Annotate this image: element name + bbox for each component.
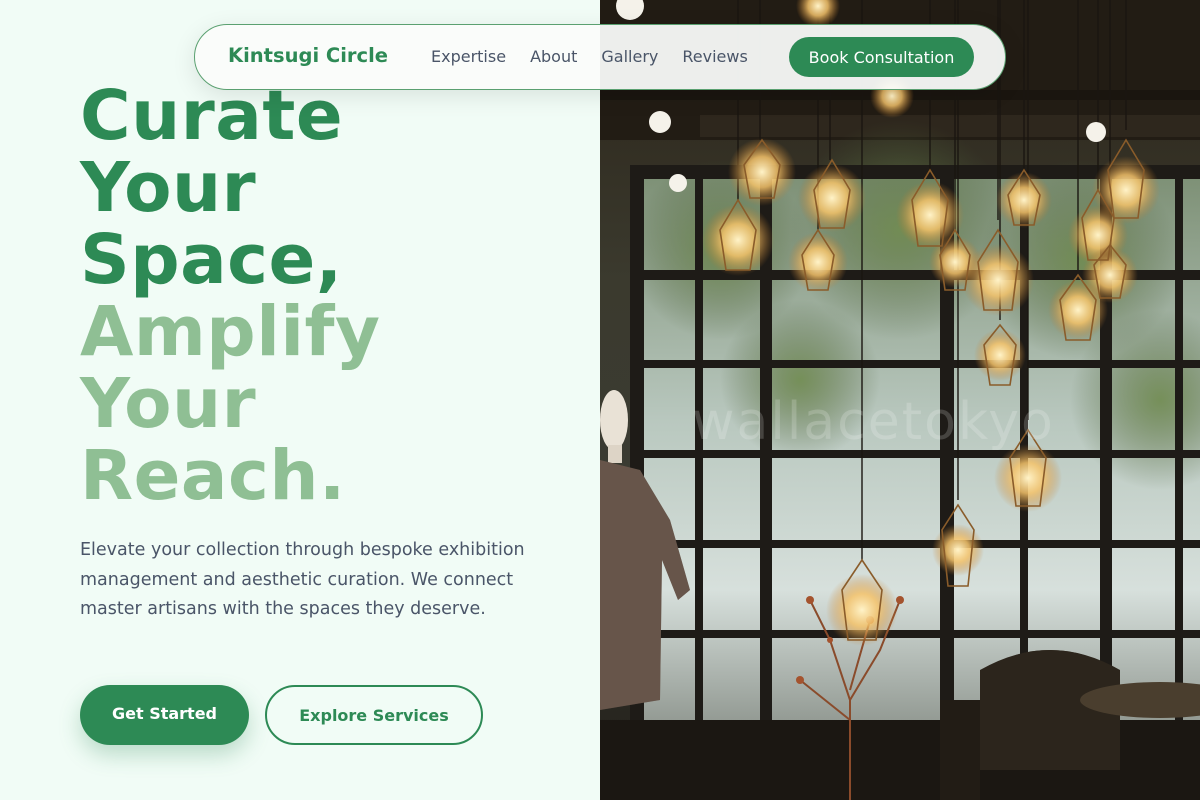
hero-photo: wallacetokyo	[600, 0, 1200, 800]
hero-section: Curate Your Space, Amplify Your Reach. E…	[0, 0, 600, 800]
nav-link-reviews[interactable]: Reviews	[682, 47, 747, 66]
top-navigation: Kintsugi Circle Expertise About Gallery …	[194, 24, 1006, 90]
headline-line-accent: Amplify	[80, 292, 381, 372]
hero-description: Elevate your collection through bespoke …	[80, 540, 525, 619]
headline-line: Curate	[80, 76, 344, 156]
nav-link-expertise[interactable]: Expertise	[431, 47, 506, 66]
landing-page: Curate Your Space, Amplify Your Reach. E…	[0, 0, 1200, 800]
photo-watermark: wallacetokyo	[692, 392, 1055, 452]
headline-line: Your	[80, 148, 257, 228]
book-consultation-button[interactable]: Book Consultation	[789, 37, 974, 77]
headline-line-accent: Your	[80, 364, 257, 444]
nav-link-gallery[interactable]: Gallery	[601, 47, 658, 66]
headline-line: Space,	[80, 220, 343, 300]
nav-link-about[interactable]: About	[530, 47, 577, 66]
headline-line-accent: Reach.	[80, 436, 346, 516]
brand-logo[interactable]: Kintsugi Circle	[228, 44, 388, 67]
hero-headline: Curate Your Space, Amplify Your Reach.	[80, 80, 381, 512]
explore-services-button[interactable]: Explore Services	[265, 685, 483, 745]
nav-links: Expertise About Gallery Reviews	[431, 47, 772, 66]
get-started-button[interactable]: Get Started	[80, 685, 249, 745]
